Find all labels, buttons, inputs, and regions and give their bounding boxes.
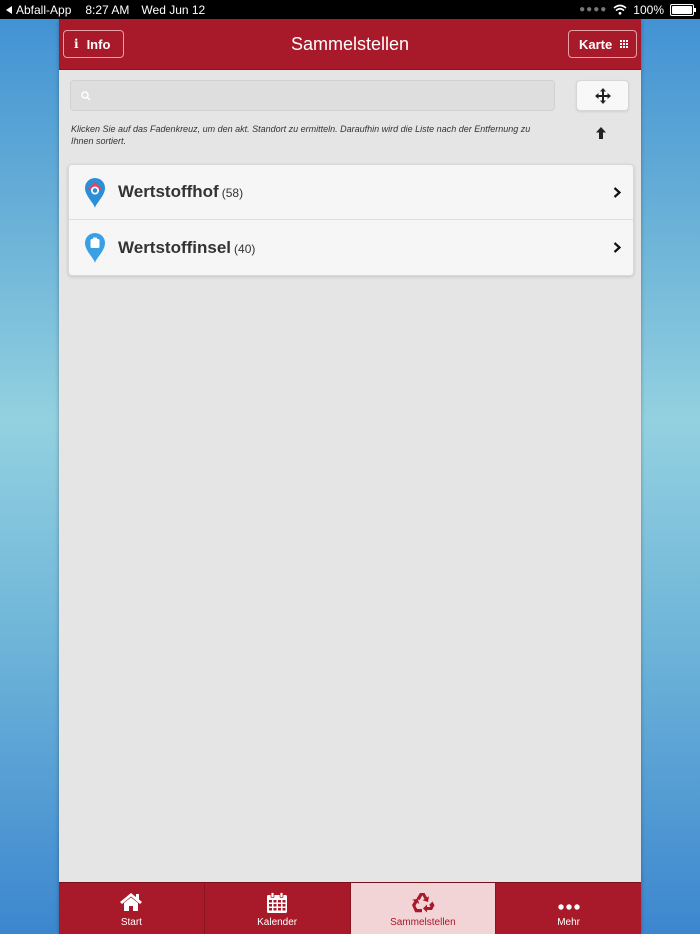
home-icon [120,893,143,911]
karte-button-label: Karte [579,36,613,52]
list-item-name: Wertstoffhof [118,182,219,201]
battery-icon [670,3,696,16]
info-button-label: Info [86,36,111,52]
info-button[interactable]: i Info [63,30,124,58]
header-bar: Sammelstellen i Info Karte [59,19,641,70]
wertstoffinsel-pin-icon [85,233,105,263]
status-bar: Abfall-App 8:27 AM Wed Jun 12 ●●●● 100% [0,0,700,19]
list-item-name: Wertstoffinsel [118,237,232,257]
tab-mehr[interactable]: Mehr [496,883,641,934]
crosshair-icon [594,87,611,104]
locate-button[interactable] [576,80,629,111]
app-window: Sammelstellen i Info Karte Klicken Sie a… [59,19,641,934]
info-icon: i [74,37,79,51]
search-input[interactable] [97,87,554,104]
status-date: Wed Jun 12 [141,2,206,17]
locate-hint-text: Klicken Sie auf das Fadenkreuz, um den a… [71,124,531,146]
list-item-count: (40) [234,241,256,256]
calendar-icon [267,892,288,913]
status-time: 8:27 AM [85,2,130,17]
back-app-label[interactable]: Abfall-App [16,3,71,17]
search-icon [81,90,91,101]
tab-sammelstellen[interactable]: Sammelstellen [350,883,497,934]
recycle-icon [411,893,435,913]
more-dots-icon [557,904,580,910]
list-item-wertstoffhof[interactable]: Wertstoffhof (58) [69,165,633,220]
tab-start[interactable]: Start [59,883,205,934]
tab-label: Mehr [557,917,581,928]
tab-label: Kalender [257,917,298,928]
bottom-tab-bar: Start Kalender Sammelstellen Mehr [59,882,641,934]
chevron-right-icon [613,242,621,253]
chevron-right-icon [613,187,621,198]
arrow-up-icon [596,127,606,139]
karte-button[interactable]: Karte [568,30,637,58]
wifi-icon [613,4,627,15]
collection-point-list: Wertstoffhof (58) Wertstoffinsel (40) [68,164,634,276]
grid-icon [620,40,629,48]
tab-kalender[interactable]: Kalender [205,883,351,934]
list-item-count: (58) [221,186,244,200]
back-arrow-icon[interactable] [6,5,12,14]
page-title: Sammelstellen [290,34,410,54]
tab-label: Sammelstellen [390,917,456,928]
signal-icon: ●●●● [579,4,608,15]
wertstoffhof-pin-icon [85,178,105,208]
battery-percent: 100% [633,2,664,17]
tab-label: Start [120,917,142,928]
search-field[interactable] [70,80,555,111]
list-item-wertstoffinsel[interactable]: Wertstoffinsel (40) [69,220,633,275]
